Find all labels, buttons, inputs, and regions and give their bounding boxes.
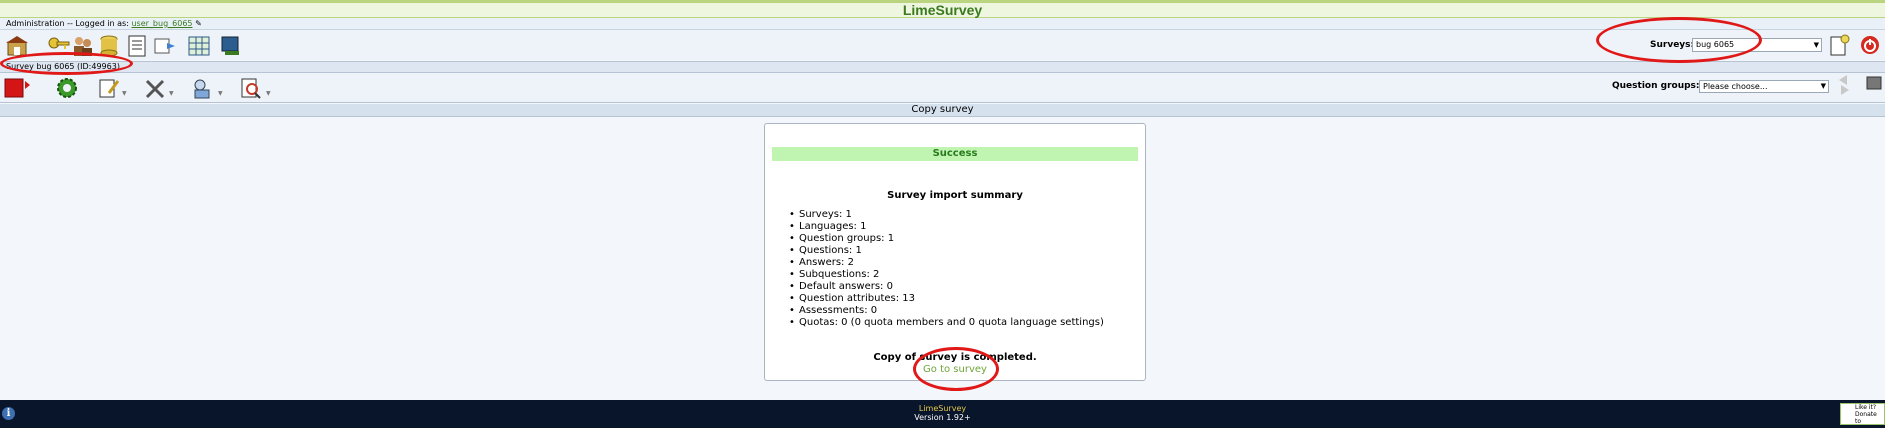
survey-toolbar: ▼ ▼ ▼ ▼ xyxy=(0,73,1885,103)
tools-icon[interactable] xyxy=(142,76,168,100)
admin-bar: Administration -- Logged in as: user_bug… xyxy=(0,18,1885,30)
users-icon[interactable] xyxy=(70,34,96,58)
edit-icon[interactable] xyxy=(96,76,122,100)
footer-brand-link[interactable]: LimeSurvey xyxy=(0,404,1885,413)
list-item: Assessments: 0 xyxy=(789,305,1104,317)
surveys-selected-value: bug 6065 xyxy=(1696,40,1735,49)
list-item: Languages: 1 xyxy=(789,221,1104,233)
export-icon[interactable] xyxy=(218,34,244,58)
nav-arrows-icon[interactable] xyxy=(1836,73,1852,97)
footer: i LimeSurvey Version 1.92+ Like it? Dona… xyxy=(0,400,1885,428)
page-header: Copy survey xyxy=(0,104,1885,117)
surveys-label: Surveys: xyxy=(1650,40,1695,50)
nav-next-icon[interactable] xyxy=(1864,73,1884,97)
logged-in-user-link[interactable]: user_bug_6065 xyxy=(131,19,192,28)
question-groups-select[interactable]: Please choose... ▼ xyxy=(1699,80,1829,93)
question-groups-value: Please choose... xyxy=(1703,82,1768,91)
app-title-bar: LimeSurvey xyxy=(0,0,1885,18)
new-survey-icon[interactable] xyxy=(1826,33,1852,57)
list-item: Quotas: 0 (0 quota members and 0 quota l… xyxy=(789,317,1104,329)
list-item: Answers: 2 xyxy=(789,257,1104,269)
completed-message: Copy of survey is completed. xyxy=(873,352,1037,363)
list-item: Default answers: 0 xyxy=(789,281,1104,293)
donate-badge[interactable]: Like it? Donate to LimeSurvey xyxy=(1840,403,1885,425)
database-icon[interactable] xyxy=(96,34,122,58)
survey-bar: Survey bug 6065 (ID:49963) xyxy=(0,61,1885,73)
home-icon[interactable] xyxy=(4,34,30,58)
copy-result-panel: Success Survey import summary Surveys: 1… xyxy=(764,123,1146,381)
list-item: Question attributes: 13 xyxy=(789,293,1104,305)
preview-icon[interactable] xyxy=(190,76,216,100)
go-to-survey-link[interactable]: Go to survey xyxy=(765,364,1145,375)
settings-gear-icon[interactable] xyxy=(54,76,80,100)
chevron-down-icon[interactable]: ▼ xyxy=(266,90,271,97)
list-item: Surveys: 1 xyxy=(789,209,1104,221)
chevron-down-icon[interactable]: ▼ xyxy=(169,90,174,97)
inspect-icon[interactable] xyxy=(238,76,264,100)
chevron-down-icon: ▼ xyxy=(1813,41,1819,49)
summary-title: Survey import summary xyxy=(887,190,1023,201)
app-title: LimeSurvey xyxy=(902,2,983,18)
table-icon[interactable] xyxy=(186,34,212,58)
edit-user-icon[interactable]: ✎ xyxy=(195,19,202,28)
list-icon[interactable] xyxy=(124,34,150,58)
survey-title: Survey bug 6065 (ID:49963) xyxy=(6,62,120,71)
chevron-down-icon: ▼ xyxy=(1820,82,1826,90)
chevron-down-icon[interactable]: ▼ xyxy=(122,90,127,97)
stop-icon[interactable] xyxy=(4,76,30,100)
admin-prefix: Administration -- Logged in as: xyxy=(6,19,129,28)
data-icon[interactable] xyxy=(152,34,178,58)
list-item: Questions: 1 xyxy=(789,245,1104,257)
surveys-select[interactable]: bug 6065 ▼ xyxy=(1692,38,1822,52)
logout-icon[interactable] xyxy=(1857,33,1883,57)
keys-icon[interactable] xyxy=(46,34,72,58)
question-groups-label: Question groups: xyxy=(1612,81,1700,91)
summary-list: Surveys: 1 Languages: 1 Question groups:… xyxy=(789,209,1104,329)
list-item: Question groups: 1 xyxy=(789,233,1104,245)
chevron-down-icon[interactable]: ▼ xyxy=(218,90,223,97)
success-banner: Success xyxy=(772,147,1138,161)
footer-version: Version 1.92+ xyxy=(914,413,971,422)
main-toolbar xyxy=(0,30,1885,60)
list-item: Subquestions: 2 xyxy=(789,269,1104,281)
page-title: Copy survey xyxy=(911,104,974,115)
